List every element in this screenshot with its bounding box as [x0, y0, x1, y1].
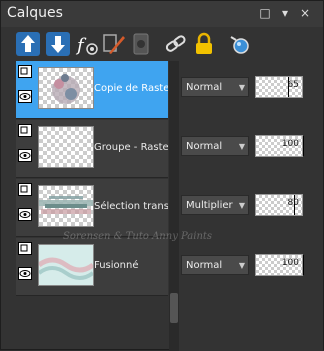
layer-type-icon	[18, 65, 32, 78]
opacity-slider[interactable]: 65	[255, 76, 303, 98]
opacity-value: 100	[281, 139, 299, 149]
opacity-value: 100	[281, 258, 299, 268]
blend-mode-value: Multiplier	[186, 200, 233, 211]
layer-name[interactable]: Copie de Raster 1	[94, 83, 168, 94]
chevron-down-icon: ▼	[238, 142, 245, 151]
opacity-value: 80	[287, 198, 299, 208]
opacity-value: 65	[287, 80, 299, 90]
layer-thumbnail	[37, 244, 95, 286]
opacity-slider[interactable]: 80	[255, 194, 303, 216]
layer-name[interactable]: Groupe - Raster 1	[94, 142, 168, 153]
layer-type-icon	[18, 242, 32, 255]
watermark: Sorensen & Tuto Anny Paints	[63, 231, 213, 242]
layer-thumbnail	[38, 126, 94, 168]
eye-icon[interactable]	[18, 208, 32, 221]
layer-thumbnail	[38, 67, 94, 109]
layer-thumbnail-image	[37, 245, 95, 285]
layer-type-icon	[18, 124, 32, 137]
close-button[interactable]: ×	[299, 7, 311, 19]
mask-icon[interactable]	[129, 31, 155, 57]
new-raster-layer-icon[interactable]	[15, 31, 41, 57]
layers-panel: Calques □ ▾ × f Copie de Raste Groupe - …	[0, 0, 324, 351]
layer-properties-row: Multiplier ▼ 80	[179, 191, 323, 221]
maximize-button[interactable]: □	[259, 7, 271, 19]
blend-mode-dropdown[interactable]: Normal ▼	[181, 255, 249, 275]
chevron-down-icon: ▼	[238, 83, 245, 92]
opacity-slider[interactable]: 100	[255, 254, 304, 276]
toolbar: f	[1, 27, 323, 61]
layer-row-selection-transform[interactable]: Sélection transform	[16, 179, 168, 237]
scrollbar-grip[interactable]	[170, 293, 178, 323]
lock-icon[interactable]	[191, 31, 217, 57]
blend-mode-dropdown[interactable]: Normal ▼	[181, 77, 249, 97]
layer-row-fusionne[interactable]: Fusionné	[16, 238, 168, 296]
layer-row-copie-de-raster-1[interactable]: Copie de Raster 1	[16, 61, 168, 119]
layer-type-icon	[18, 183, 32, 196]
chevron-down-icon: ▼	[238, 201, 245, 210]
blend-mode-value: Normal	[186, 260, 223, 271]
layer-properties-row: Normal ▼ 65	[179, 73, 323, 103]
paint-brush-icon[interactable]	[101, 31, 127, 57]
layer-properties-row: Normal ▼ 100	[179, 251, 323, 281]
new-vector-layer-icon[interactable]	[45, 31, 71, 57]
opacity-marker	[303, 136, 304, 156]
layer-thumbnail	[38, 185, 94, 227]
layer-properties: Normal ▼ 65 Normal ▼ 100 Multiplier ▼ 80…	[179, 61, 323, 351]
layer-row-groupe-raster-1[interactable]: Groupe - Raster 1	[16, 120, 168, 178]
layer-thumbnail-image	[52, 74, 80, 104]
opacity-marker	[303, 255, 304, 275]
eye-icon[interactable]	[18, 149, 32, 162]
blend-mode-value: Normal	[186, 82, 223, 93]
title-bar: Calques □ ▾ ×	[1, 1, 323, 27]
link-icon[interactable]	[163, 31, 189, 57]
layer-thumbnail-image	[39, 196, 93, 214]
svg-text:f: f	[75, 35, 87, 56]
blend-mode-dropdown[interactable]: Normal ▼	[181, 136, 249, 156]
layer-name[interactable]: Sélection transform	[94, 201, 168, 212]
view-icon[interactable]	[227, 31, 253, 57]
layer-list-scrollbar[interactable]	[169, 61, 179, 351]
blend-mode-value: Normal	[186, 141, 223, 152]
layer-name[interactable]: Fusionné	[94, 260, 168, 271]
layer-properties-row: Normal ▼ 100	[179, 132, 323, 162]
chevron-down-icon: ▼	[238, 261, 245, 270]
opacity-slider[interactable]: 100	[255, 135, 304, 157]
eye-icon[interactable]	[18, 267, 32, 280]
blend-mode-dropdown[interactable]: Multiplier ▼	[181, 195, 249, 215]
eye-icon[interactable]	[18, 90, 32, 103]
formula-icon[interactable]: f	[73, 31, 99, 57]
panel-title: Calques	[7, 5, 63, 21]
menu-dropdown-button[interactable]: ▾	[279, 7, 291, 19]
layer-list: Copie de Raster 1 Groupe - Raster 1	[16, 61, 168, 321]
